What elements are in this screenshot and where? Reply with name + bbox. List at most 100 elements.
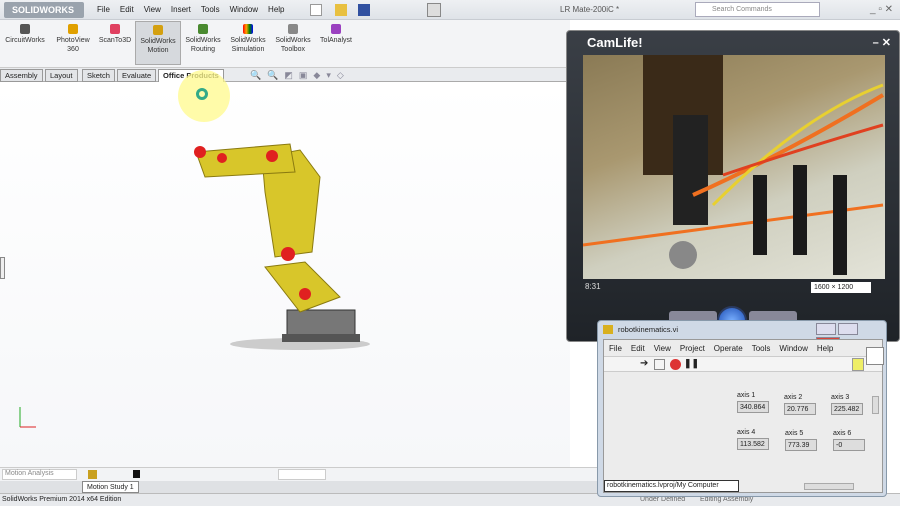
cmd-routing[interactable]: SolidWorks Routing xyxy=(180,24,226,54)
cmd-toolbox[interactable]: SolidWorks Toolbox xyxy=(270,24,316,54)
joint xyxy=(217,153,227,163)
robot-link-1 xyxy=(264,261,341,313)
axis-3-indicator: axis 3 225.482 xyxy=(831,394,863,415)
menu-file[interactable]: File xyxy=(97,5,110,14)
cmd-scanto3d[interactable]: ScanTo3D xyxy=(92,24,138,45)
title-bar: SOLIDWORKS File Edit View Insert Tools Window… xyxy=(0,0,900,20)
menu-help[interactable]: Help xyxy=(268,5,284,14)
motion-manager-toolbar: Motion Analysis xyxy=(0,467,600,481)
search-commands-input[interactable]: Search Commands xyxy=(695,2,820,17)
graphics-area[interactable] xyxy=(0,82,570,467)
axis-6-indicator: axis 6 -0 xyxy=(833,430,865,451)
webcam-image xyxy=(583,55,885,275)
maximize-button[interactable] xyxy=(838,323,858,335)
axis-4-indicator: axis 4 113.582 xyxy=(737,429,769,450)
tab-assembly[interactable]: Assembly xyxy=(0,69,43,82)
cmd-photoview[interactable]: PhotoView 360 xyxy=(50,24,96,54)
study-type-select[interactable]: Motion Analysis xyxy=(2,469,77,480)
tab-layout[interactable]: Layout xyxy=(45,69,78,82)
menu-tools[interactable]: Tools xyxy=(201,5,220,14)
lv-menu-file[interactable]: File xyxy=(609,344,622,353)
horizontal-scrollbar[interactable] xyxy=(804,483,854,490)
front-panel: File Edit View Project Operate Tools Window Hel… xyxy=(603,339,883,493)
pause-icon[interactable]: ❚❚ xyxy=(684,358,699,369)
camlife-title: CamLife! xyxy=(587,35,643,50)
playback-speed-select[interactable] xyxy=(278,469,326,480)
cmd-tolanalyst[interactable]: TolAnalyst xyxy=(313,24,359,45)
run-continuously-icon[interactable] xyxy=(654,359,665,370)
resolution-select[interactable]: 1600 × 1200 xyxy=(811,282,871,293)
stop-icon[interactable] xyxy=(133,470,140,478)
webcam-feed xyxy=(583,55,885,279)
study-tabs: Motion Study 1 xyxy=(0,481,600,493)
photoview-icon xyxy=(68,24,78,34)
camlife-window: CamLife! – ✕ 8:31 1600 × 1200 xyxy=(566,30,900,342)
menu-insert[interactable]: Insert xyxy=(171,5,191,14)
menu-view[interactable]: View xyxy=(144,5,161,14)
toolbox-icon xyxy=(288,24,298,34)
save-icon[interactable] xyxy=(358,4,370,16)
abort-icon[interactable] xyxy=(670,359,681,370)
tab-motion-study-1[interactable]: Motion Study 1 xyxy=(82,481,139,493)
labview-menu: File Edit View Project Operate Tools Window Hel… xyxy=(609,344,842,353)
run-arrow-icon[interactable]: ➔ xyxy=(640,358,648,369)
lv-menu-project[interactable]: Project xyxy=(680,344,705,353)
busy-cursor-icon xyxy=(196,88,208,100)
joint xyxy=(266,150,278,162)
new-document-icon[interactable] xyxy=(310,4,322,16)
robot-base-plate xyxy=(282,334,360,342)
lv-menu-tools[interactable]: Tools xyxy=(752,344,771,353)
lv-menu-window[interactable]: Window xyxy=(779,344,807,353)
lv-menu-edit[interactable]: Edit xyxy=(631,344,645,353)
lv-menu-help[interactable]: Help xyxy=(817,344,833,353)
routing-icon xyxy=(198,24,208,34)
calculate-icon[interactable] xyxy=(88,470,97,479)
robot-link-3 xyxy=(195,143,296,178)
solidworks-logo: SOLIDWORKS xyxy=(4,2,84,18)
cmd-circuitworks[interactable]: CircuitWorks xyxy=(2,24,48,45)
project-path: robotkinematics.lvproj/My Computer xyxy=(604,480,739,492)
cmd-simulation[interactable]: SolidWorks Simulation xyxy=(225,24,271,54)
document-title: LR Mate-200iC * xyxy=(560,5,620,14)
open-icon[interactable] xyxy=(335,4,347,16)
simulation-icon xyxy=(243,24,253,34)
tab-sketch[interactable]: Sketch xyxy=(82,69,115,82)
axis-5-indicator: axis 5 773.39 xyxy=(785,430,817,451)
window-controls[interactable]: _ ▫ ✕ xyxy=(870,4,893,15)
feature-tree-handle[interactable] xyxy=(0,257,5,279)
motion-icon xyxy=(153,25,163,35)
circuitworks-icon xyxy=(20,24,30,34)
scanto3d-icon xyxy=(110,24,120,34)
joint xyxy=(299,288,311,300)
joint xyxy=(281,247,295,261)
labview-title: robotkinematics.vi xyxy=(618,325,679,334)
lv-menu-operate[interactable]: Operate xyxy=(714,344,743,353)
camlife-window-controls[interactable]: – ✕ xyxy=(873,36,891,49)
camlife-time: 8:31 xyxy=(585,282,601,291)
vi-icon xyxy=(603,325,613,334)
menu-window[interactable]: Window xyxy=(230,5,258,14)
command-tabs: Assembly Layout Sketch Evaluate Office P… xyxy=(0,68,570,82)
joint xyxy=(194,146,206,158)
labview-toolbar: ➔ ❚❚ xyxy=(604,356,882,372)
select-icon[interactable] xyxy=(427,3,441,17)
robot-base xyxy=(286,309,356,339)
vertical-scrollbar[interactable] xyxy=(872,396,879,414)
tolanalyst-icon xyxy=(331,24,341,34)
help-icon[interactable] xyxy=(852,358,864,371)
labview-window: robotkinematics.vi File Edit View Project Op… xyxy=(597,320,887,497)
menu-edit[interactable]: Edit xyxy=(120,5,134,14)
tab-evaluate[interactable]: Evaluate xyxy=(117,69,157,82)
robot-model xyxy=(19,143,370,428)
edition-label: SolidWorks Premium 2014 x64 Edition xyxy=(2,496,122,503)
minimize-button[interactable] xyxy=(816,323,836,335)
command-manager: CircuitWorks PhotoView 360 ScanTo3D Soli… xyxy=(0,20,570,68)
view-toolbar[interactable]: 🔍🔍◩▣◆▾◇ xyxy=(250,70,350,81)
axis-1-indicator: axis 1 340.864 xyxy=(737,392,769,413)
axis-2-indicator: axis 2 20.776 xyxy=(784,394,816,415)
lv-menu-view[interactable]: View xyxy=(654,344,671,353)
main-menu: File Edit View Insert Tools Window Help xyxy=(97,0,295,20)
vi-connector-icon xyxy=(866,347,884,365)
labview-window-controls xyxy=(814,323,882,349)
cmd-solidworks-motion[interactable]: SolidWorks Motion xyxy=(135,21,181,65)
